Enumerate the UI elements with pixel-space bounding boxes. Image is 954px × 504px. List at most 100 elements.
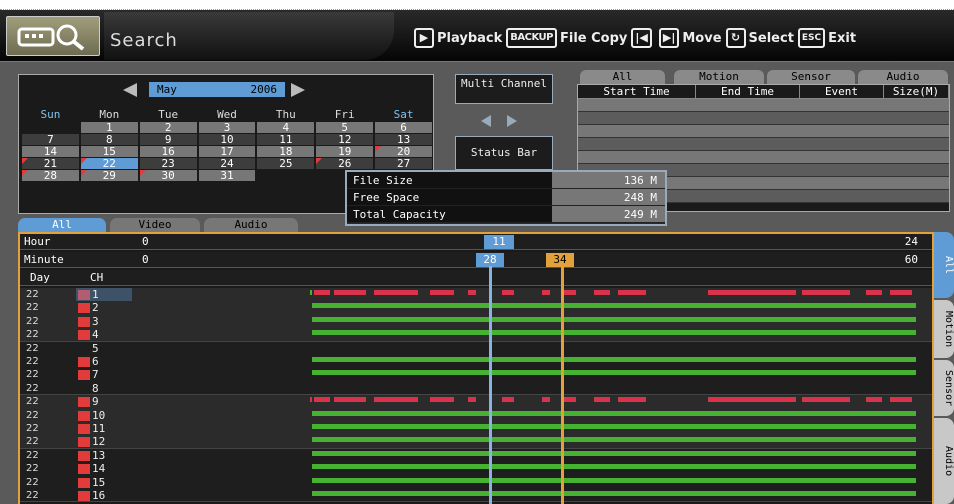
help-key-0[interactable]: ▶ bbox=[414, 28, 434, 48]
channel-number[interactable]: 15 bbox=[82, 476, 122, 489]
calendar-day[interactable]: 10 bbox=[198, 134, 256, 145]
event-row[interactable] bbox=[578, 99, 949, 112]
calendar-day[interactable]: 17 bbox=[198, 146, 256, 157]
month-selector[interactable]: May bbox=[149, 82, 209, 97]
calendar-day[interactable]: 9 bbox=[139, 134, 197, 145]
help-key-3[interactable]: ▶| bbox=[658, 28, 680, 48]
channel-row[interactable]: 22 5 bbox=[20, 342, 932, 355]
channel-day: 22 bbox=[26, 356, 39, 367]
event-row[interactable] bbox=[578, 112, 949, 125]
record-segment-event bbox=[334, 397, 366, 403]
help-bar: ▶ Playback BACKUP File Copy |◀ ▶| Move ↻ Select E… bbox=[410, 26, 856, 50]
tab-timeline-video[interactable]: Video bbox=[110, 218, 200, 232]
channel-number[interactable]: 7 bbox=[82, 368, 122, 381]
calendar-day[interactable]: 22 bbox=[80, 158, 138, 169]
minute-marker-orange[interactable]: 34 bbox=[546, 253, 574, 267]
calendar-day[interactable]: 25 bbox=[257, 158, 315, 169]
channel-row[interactable]: 22 8 bbox=[20, 382, 932, 395]
calendar-day[interactable]: 18 bbox=[257, 146, 315, 157]
record-segment-event bbox=[310, 397, 312, 403]
side-tab-motion[interactable]: Motion bbox=[934, 300, 954, 358]
channel-prev-icon[interactable] bbox=[481, 115, 491, 127]
channel-number[interactable]: 8 bbox=[82, 382, 122, 395]
channel-number[interactable]: 13 bbox=[82, 449, 122, 462]
calendar-day[interactable]: 7 bbox=[22, 134, 79, 145]
record-segment-event bbox=[334, 290, 366, 295]
record-segment-event bbox=[708, 397, 796, 403]
channel-number[interactable]: 5 bbox=[82, 342, 122, 355]
page-title: Search bbox=[104, 12, 394, 60]
calendar-day[interactable]: 8 bbox=[80, 134, 138, 145]
channel-number[interactable]: 3 bbox=[82, 315, 122, 328]
calendar-day[interactable]: 13 bbox=[375, 134, 433, 145]
channel-number[interactable]: 4 bbox=[82, 328, 122, 341]
hour-marker[interactable]: 11 bbox=[484, 235, 514, 249]
tab-event-sensor[interactable]: Sensor bbox=[767, 70, 855, 84]
time-cursor-orange[interactable] bbox=[561, 266, 564, 504]
minute-end: 60 bbox=[904, 253, 918, 266]
calendar-day[interactable]: 4 bbox=[257, 122, 315, 133]
tab-event-motion[interactable]: Motion bbox=[674, 70, 764, 84]
event-row[interactable] bbox=[578, 138, 949, 151]
calendar-day[interactable]: 14 bbox=[22, 146, 79, 157]
calendar-day[interactable]: 3 bbox=[198, 122, 256, 133]
channel-day: 22 bbox=[26, 315, 39, 327]
channel-number[interactable]: 11 bbox=[82, 422, 122, 435]
tab-timeline-all[interactable]: All bbox=[18, 218, 106, 232]
hour-row: Hour 0 11 24 bbox=[20, 234, 932, 250]
channel-number[interactable]: 14 bbox=[82, 462, 122, 475]
help-key-1[interactable]: BACKUP bbox=[506, 28, 557, 48]
calendar-day[interactable]: 29 bbox=[80, 170, 138, 181]
calendar-day[interactable]: 19 bbox=[316, 146, 374, 157]
popup-value: 249 M bbox=[552, 206, 665, 222]
calendar-day[interactable]: 28 bbox=[22, 170, 79, 181]
calendar-day[interactable]: 23 bbox=[139, 158, 197, 169]
calendar-day[interactable]: 11 bbox=[257, 134, 315, 145]
channel-next-icon[interactable] bbox=[507, 115, 517, 127]
minute-marker-blue[interactable]: 28 bbox=[476, 253, 504, 267]
event-row[interactable] bbox=[578, 151, 949, 164]
record-segment-continuous bbox=[312, 477, 916, 483]
tab-timeline-audio[interactable]: Audio bbox=[204, 218, 298, 232]
calendar-day[interactable]: 16 bbox=[139, 146, 197, 157]
help-key-2[interactable]: |◀ bbox=[631, 28, 652, 48]
calendar-day[interactable]: 6 bbox=[375, 122, 433, 133]
calendar-day[interactable]: 5 bbox=[316, 122, 374, 133]
calendar-day[interactable]: 15 bbox=[80, 146, 138, 157]
multi-channel-button[interactable]: Multi Channel bbox=[455, 74, 553, 104]
channel-number[interactable]: 9 bbox=[82, 395, 122, 408]
side-tab-sensor[interactable]: Sensor bbox=[934, 360, 954, 416]
channel-number[interactable]: 10 bbox=[82, 409, 122, 422]
year-selector[interactable]: 2006 bbox=[209, 82, 285, 97]
record-segment-continuous bbox=[312, 410, 916, 416]
side-tab-all[interactable]: All bbox=[934, 232, 954, 298]
calendar-day[interactable]: 30 bbox=[139, 170, 197, 181]
event-row[interactable] bbox=[578, 125, 949, 138]
calendar-day[interactable]: 1 bbox=[80, 122, 138, 133]
calendar-day[interactable]: 2 bbox=[139, 122, 197, 133]
channel-number[interactable]: 1 bbox=[82, 288, 122, 301]
calendar-day[interactable]: 12 bbox=[316, 134, 374, 145]
prev-month-icon[interactable] bbox=[123, 83, 137, 97]
record-segment-continuous bbox=[312, 330, 916, 336]
help-key-5[interactable]: ESC bbox=[797, 28, 826, 48]
channel-number[interactable]: 12 bbox=[82, 435, 122, 448]
calendar-day[interactable]: 21 bbox=[22, 158, 79, 169]
status-bar-button[interactable]: Status Bar bbox=[455, 136, 553, 170]
time-cursor-blue[interactable] bbox=[489, 266, 492, 504]
channel-number[interactable]: 16 bbox=[82, 489, 122, 502]
calendar-day[interactable]: 27 bbox=[375, 158, 433, 169]
calendar-day[interactable]: 31 bbox=[198, 170, 256, 181]
tab-event-audio[interactable]: Audio bbox=[858, 70, 948, 84]
channel-number[interactable]: 2 bbox=[82, 301, 122, 314]
help-key-4[interactable]: ↻ bbox=[725, 28, 746, 48]
record-segment-event bbox=[618, 397, 646, 403]
next-month-icon[interactable] bbox=[291, 83, 305, 97]
side-tab-audio[interactable]: Audio bbox=[934, 418, 954, 504]
calendar-day[interactable]: 20 bbox=[375, 146, 433, 157]
calendar-day[interactable]: 24 bbox=[198, 158, 256, 169]
calendar-day[interactable]: 26 bbox=[316, 158, 374, 169]
channel-number[interactable]: 6 bbox=[82, 355, 122, 368]
tab-event-all[interactable]: All bbox=[580, 70, 665, 84]
weekday-sat: Sat bbox=[393, 108, 414, 121]
